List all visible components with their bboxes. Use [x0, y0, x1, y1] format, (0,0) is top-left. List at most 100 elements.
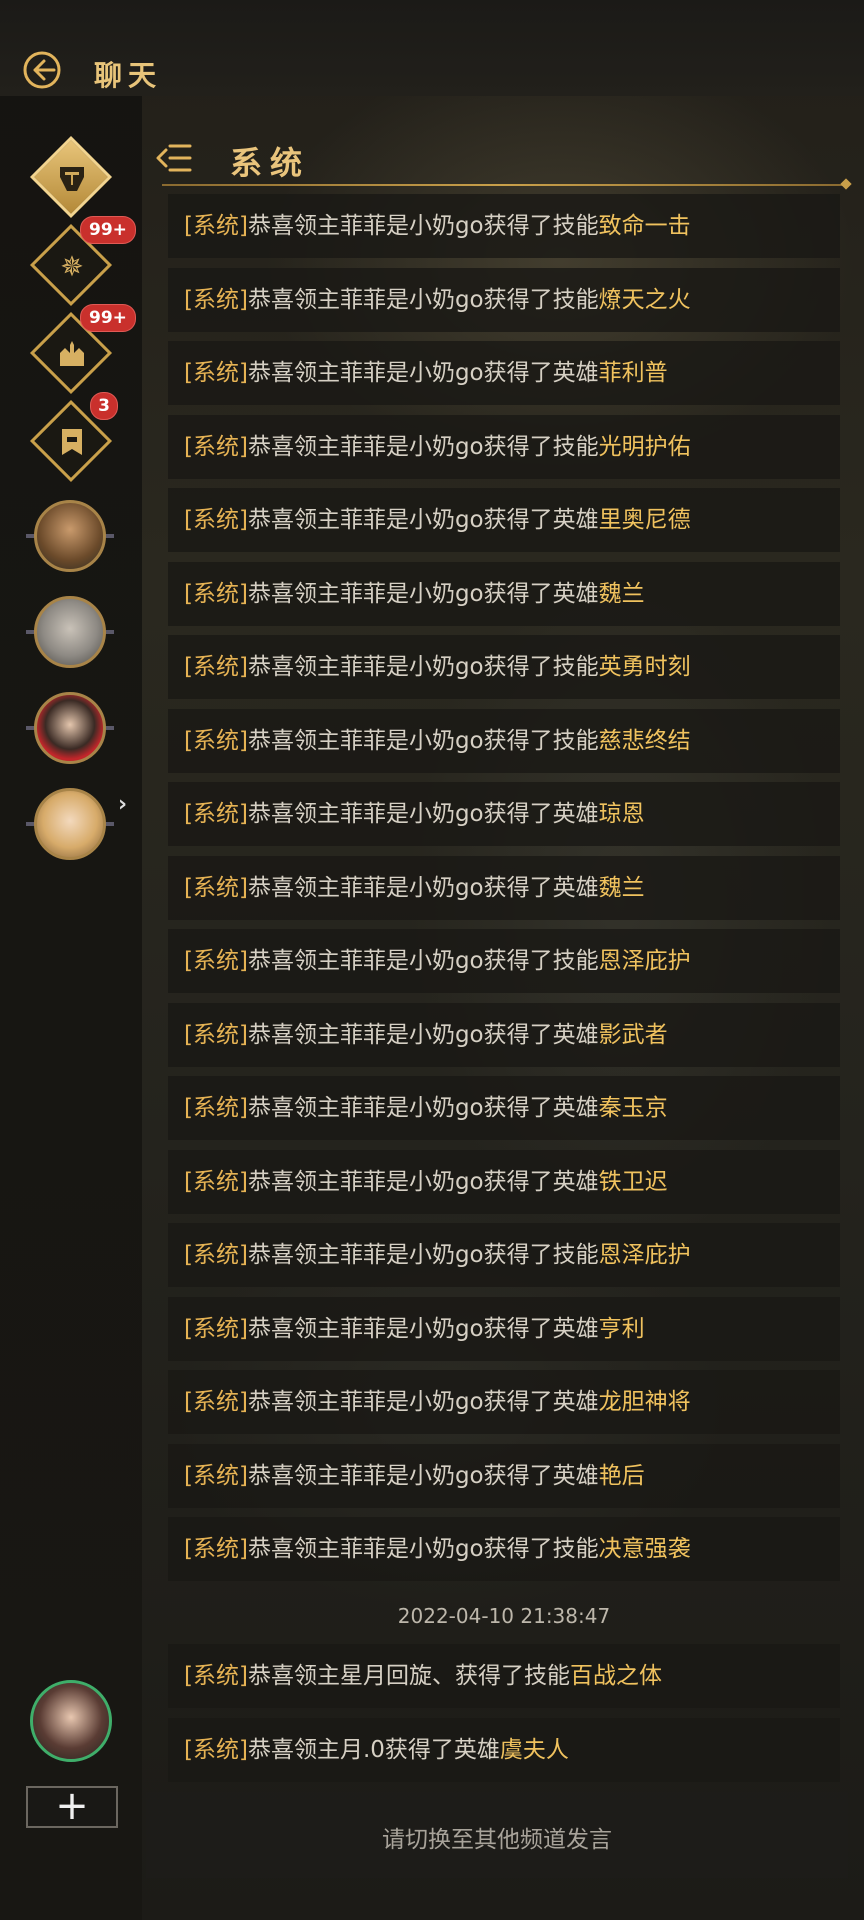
message-item[interactable]: [系统]恭喜领主菲菲是小奶go获得了技能恩泽庇护 [168, 929, 840, 993]
back-button[interactable] [22, 50, 62, 90]
system-tag: [系统] [184, 1168, 248, 1195]
message-item[interactable]: [系统]恭喜领主菲菲是小奶go获得了英雄琼恩 [168, 782, 840, 846]
system-tag: [系统] [184, 507, 248, 533]
reward-name: 影武者 [598, 1021, 668, 1048]
message-text: 恭喜领主菲菲是小奶go获得了英雄 [247, 1021, 599, 1048]
message-item[interactable]: [系统]恭喜领主菲菲是小奶go获得了英雄魏兰 [168, 855, 840, 920]
message-text: 恭喜领主菲菲是小奶go获得了技能 [247, 654, 599, 680]
message-item[interactable]: [系统]恭喜领主月.0获得了英雄虞夫人 [168, 1718, 840, 1782]
message-text: 恭喜领主菲菲是小奶go获得了英雄 [247, 801, 599, 827]
reward-name: 秦玉京 [598, 1095, 668, 1121]
avatar [34, 596, 106, 668]
sidebar-item-private-chat[interactable]: › [26, 784, 127, 868]
message-item[interactable]: [系统]恭喜领主菲菲是小奶go获得了技能决意强袭 [168, 1517, 840, 1581]
my-avatar[interactable] [30, 1680, 112, 1762]
message-text: 恭喜领主菲菲是小奶go获得了英雄 [247, 1389, 599, 1415]
reward-name: 恩泽庇护 [598, 948, 691, 974]
reward-name: 慈悲终结 [598, 727, 691, 754]
sidebar-item-private-chat[interactable] [26, 496, 114, 580]
avatar [34, 692, 106, 764]
system-tag: [系统] [184, 580, 248, 607]
message-item[interactable]: [系统]恭喜领主菲菲是小奶go获得了英雄艳后 [168, 1443, 840, 1508]
message-text: 恭喜领主菲菲是小奶go获得了技能 [247, 433, 599, 460]
system-tag: [系统] [184, 801, 248, 827]
chat-input-bar[interactable]: 请切换至其他频道发言 [146, 1792, 848, 1878]
sidebar-item-system[interactable] [29, 135, 114, 220]
message-item[interactable]: [系统]恭喜领主菲菲是小奶go获得了技能致命一击 [168, 194, 840, 258]
reward-name: 致命一击 [598, 213, 691, 239]
unread-badge: 3 [90, 392, 118, 420]
message-item[interactable]: [系统]恭喜领主菲菲是小奶go获得了技能燎天之火 [168, 267, 840, 332]
message-item[interactable]: [系统]恭喜领主菲菲是小奶go获得了技能英勇时刻 [168, 635, 840, 699]
add-channel-button[interactable]: + [26, 1786, 118, 1828]
message-item[interactable]: [系统]恭喜领主菲菲是小奶go获得了英雄铁卫迟 [168, 1149, 840, 1214]
menu-collapse-icon[interactable] [154, 140, 194, 176]
message-text: 恭喜领主菲菲是小奶go获得了英雄 [247, 507, 599, 533]
input-placeholder: 请切换至其他频道发言 [382, 1827, 612, 1853]
message-item[interactable]: [系统]恭喜领主菲菲是小奶go获得了英雄秦玉京 [168, 1076, 840, 1140]
reward-name: 虞夫人 [499, 1737, 569, 1763]
message-text: 恭喜领主菲菲是小奶go获得了技能 [247, 286, 599, 313]
page-title: 聊天 [94, 59, 163, 92]
chevron-right-icon[interactable]: › [118, 792, 127, 817]
message-text: 恭喜领主菲菲是小奶go获得了英雄 [247, 1462, 599, 1489]
channel-title: 系统 [230, 144, 311, 182]
sidebar-item-private-chat[interactable] [26, 688, 114, 772]
message-item[interactable]: [系统]恭喜领主菲菲是小奶go获得了英雄龙胆神将 [168, 1370, 840, 1434]
message-text: 恭喜领主菲菲是小奶go获得了英雄 [247, 580, 599, 607]
system-tag: [系统] [184, 1095, 248, 1121]
message-item[interactable]: [系统]恭喜领主星月回旋、获得了技能百战之体 [168, 1644, 840, 1708]
message-item[interactable]: [系统]恭喜领主菲菲是小奶go获得了英雄里奥尼德 [168, 488, 840, 552]
channel-header: 系统 [150, 132, 850, 186]
system-tag: [系统] [184, 1536, 248, 1562]
system-tag: [系统] [184, 1315, 248, 1342]
system-tag: [系统] [184, 213, 248, 239]
message-text: 恭喜领主星月回旋、获得了技能 [247, 1663, 570, 1689]
message-text: 恭喜领主月.0获得了英雄 [247, 1737, 500, 1763]
sidebar-item-world[interactable]: ✵ 99+ [29, 216, 136, 308]
reward-name: 决意强袭 [598, 1536, 691, 1562]
system-tag: [系统] [184, 1737, 248, 1763]
reward-name: 英勇时刻 [598, 654, 691, 680]
message-item[interactable]: [系统]恭喜领主菲菲是小奶go获得了技能光明护佑 [168, 414, 840, 479]
system-tag: [系统] [184, 1462, 248, 1489]
message-item[interactable]: [系统]恭喜领主菲菲是小奶go获得了英雄亨利 [168, 1296, 840, 1361]
system-tag: [系统] [184, 1663, 248, 1689]
reward-name: 魏兰 [598, 580, 645, 607]
sidebar-item-private-chat[interactable] [26, 592, 114, 676]
avatar [34, 500, 106, 572]
reward-name: 龙胆神将 [598, 1389, 691, 1415]
header-divider [162, 184, 846, 186]
message-text: 恭喜领主菲菲是小奶go获得了英雄 [247, 1168, 599, 1195]
reward-name: 魏兰 [598, 874, 645, 901]
message-text: 恭喜领主菲菲是小奶go获得了英雄 [247, 1315, 599, 1342]
message-item[interactable]: [系统]恭喜领主菲菲是小奶go获得了技能慈悲终结 [168, 708, 840, 773]
reward-name: 恩泽庇护 [598, 1242, 691, 1268]
reward-name: 艳后 [598, 1462, 645, 1489]
message-item[interactable]: [系统]恭喜领主菲菲是小奶go获得了英雄影武者 [168, 1002, 840, 1067]
message-timestamp: 2022-04-10 21:38:47 [397, 1604, 611, 1628]
unread-badge: 99+ [80, 216, 136, 244]
system-tag: [系统] [184, 948, 248, 974]
sidebar-item-alliance[interactable]: 3 [29, 392, 118, 484]
message-item[interactable]: [系统]恭喜领主菲菲是小奶go获得了英雄魏兰 [168, 561, 840, 626]
system-tag: [系统] [184, 654, 248, 680]
reward-name: 百战之体 [569, 1663, 662, 1689]
reward-name: 光明护佑 [598, 433, 691, 460]
top-bar: 聊天 [0, 0, 864, 96]
message-text: 恭喜领主菲菲是小奶go获得了技能 [247, 1242, 599, 1268]
system-tag: [系统] [184, 1242, 248, 1268]
system-tag: [系统] [184, 433, 248, 460]
message-item[interactable]: [系统]恭喜领主菲菲是小奶go获得了英雄菲利普 [168, 341, 840, 405]
helmet-icon [30, 136, 114, 220]
system-tag: [系统] [184, 360, 248, 386]
reward-name: 铁卫迟 [598, 1168, 668, 1195]
sidebar-item-kingdom[interactable]: 99+ [29, 304, 136, 396]
system-tag: [系统] [184, 286, 248, 313]
system-tag: [系统] [184, 874, 248, 901]
unread-badge: 99+ [80, 304, 136, 332]
reward-name: 菲利普 [598, 360, 668, 386]
message-text: 恭喜领主菲菲是小奶go获得了技能 [247, 213, 599, 239]
message-text: 恭喜领主菲菲是小奶go获得了英雄 [247, 874, 599, 901]
message-item[interactable]: [系统]恭喜领主菲菲是小奶go获得了技能恩泽庇护 [168, 1223, 840, 1287]
